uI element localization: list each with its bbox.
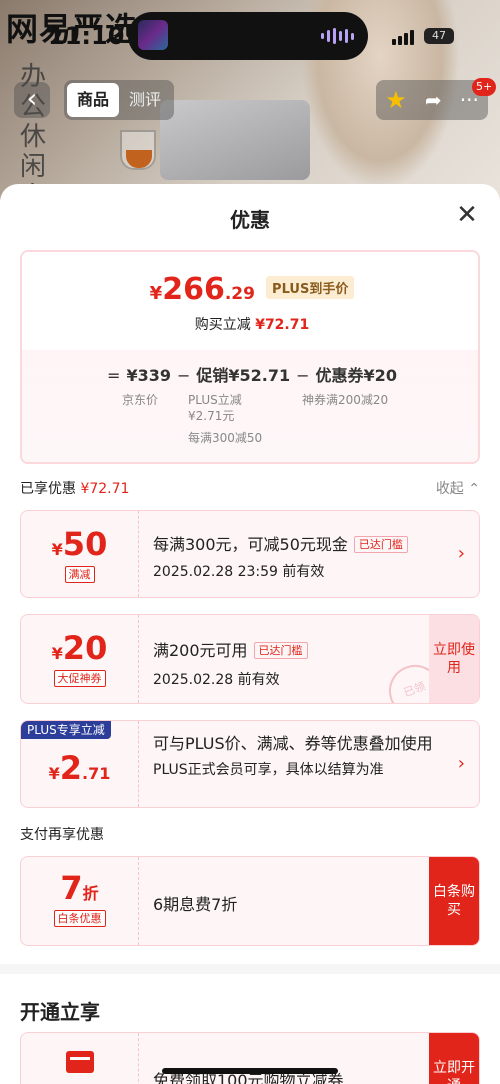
back-button[interactable]: ‹ <box>14 82 50 118</box>
price-decimal: .29 <box>224 284 255 304</box>
dynamic-island <box>128 12 368 60</box>
coupon-title: 可与PLUS价、满减、券等优惠叠加使用 <box>153 734 433 753</box>
promo-note-3: 每满300减50 <box>188 431 263 445</box>
coupon-currency: ¥ <box>51 644 63 663</box>
price-summary-card: ¥266.29 PLUS到手价 购买立减 ¥72.71 = ¥339 − 促销¥… <box>20 250 480 464</box>
coupon-title-row: 每满300元，可减50元现金 已达门槛 <box>153 531 439 555</box>
promo-note-2: ¥2.71元 <box>188 409 235 423</box>
chevron-right-icon[interactable]: › <box>458 754 465 774</box>
formula-promo: 促销¥52.71 <box>196 366 291 385</box>
coupon-value: 2 <box>59 749 83 787</box>
open-now-button[interactable]: 立即开通 <box>429 1033 479 1084</box>
discount-sheet: 优惠 ✕ ¥266.29 PLUS到手价 购买立减 ¥72.71 = ¥339 … <box>0 184 500 1084</box>
coupon-value: 50 <box>62 525 108 563</box>
credit-card-icon <box>65 1051 94 1073</box>
star-icon[interactable]: ★ <box>385 86 407 114</box>
threshold-reached-badge: 已达门槛 <box>353 536 408 553</box>
coupon-plus-exclusive[interactable]: PLUS专享立减 ¥2.71 可与PLUS价、满减、券等优惠叠加使用 PLUS正… <box>20 720 480 808</box>
coupon-amount: ¥2.71 <box>21 749 138 787</box>
instant-discount-value: ¥72.71 <box>255 317 310 333</box>
threshold-reached-badge: 已达门槛 <box>253 642 308 659</box>
coupon-decimal: .71 <box>82 764 111 783</box>
sheet-title: 优惠 <box>230 208 270 232</box>
tab-product[interactable]: 商品 <box>67 83 119 117</box>
instant-discount: 购买立减 ¥72.71 <box>22 314 478 334</box>
use-now-button[interactable]: 立即使用 <box>429 615 479 703</box>
tab-review[interactable]: 测评 <box>119 83 171 117</box>
album-art-icon <box>138 20 168 50</box>
discount-number: 7 <box>60 869 83 907</box>
discount-unit: 折 <box>82 884 99 903</box>
coupon-note: 神券满200减20 <box>302 393 389 407</box>
enjoyed-label: 已享优惠 <box>20 481 76 497</box>
share-icon[interactable]: ➦ <box>425 88 442 112</box>
coupon-currency: ¥ <box>51 540 63 559</box>
coupon-full-reduction[interactable]: ¥50 满减 每满300元，可减50元现金 已达门槛 2025.02.28 23:… <box>20 510 480 598</box>
open-section-title: 开通立享 <box>20 1000 100 1024</box>
open-benefit-card: 免费领取100元购物立减券 立即开通 <box>20 1032 480 1084</box>
promo-note-1: PLUS立减 <box>188 393 242 407</box>
formula-minus: − <box>296 366 310 385</box>
coupon-currency: ¥ <box>48 764 60 783</box>
coupon-validity: 2025.02.28 23:59 前有效 <box>153 564 325 580</box>
formula-equals: = <box>107 366 121 385</box>
home-indicator <box>162 1068 338 1074</box>
baitiao-discount: 7折 白条优惠 6期息费7折 白条购买 <box>20 856 480 946</box>
coupon-tag: 白条优惠 <box>53 910 106 927</box>
coupon-value: 20 <box>62 629 108 667</box>
status-time: 11:10 <box>48 22 125 50</box>
discount-rate: 7折 <box>21 869 138 907</box>
coupon-amount: ¥50 <box>21 525 138 563</box>
chevron-right-icon[interactable]: › <box>458 544 465 564</box>
collapse-label: 收起 <box>435 481 464 497</box>
battery-icon: 47 <box>424 28 454 44</box>
payment-section-label: 支付再享优惠 <box>20 827 104 843</box>
base-price-label: 京东价 <box>122 393 159 407</box>
plus-exclusive-flag: PLUS专享立减 <box>21 721 111 739</box>
message-badge: 5+ <box>472 78 497 96</box>
chevron-left-icon: ‹ <box>26 84 38 114</box>
signal-icon <box>392 30 414 45</box>
close-icon[interactable]: ✕ <box>454 202 480 228</box>
coupon-title: 每满300元，可减50元现金 <box>153 535 348 554</box>
coupon-title-row: 满200元可用 已达门槛 <box>153 637 439 661</box>
enjoyed-discount-row: 已享优惠 ¥72.71 收起 ⌃ <box>20 478 480 498</box>
collapse-button[interactable]: 收起 ⌃ <box>436 478 480 498</box>
audio-wave-icon <box>321 28 354 44</box>
coupon-desc: PLUS正式会员可享，具体以结算为准 <box>153 762 384 778</box>
coupon-tag: 大促神券 <box>53 670 106 687</box>
chevron-up-icon: ⌃ <box>468 481 480 497</box>
formula-minus: − <box>176 366 191 385</box>
plus-price-tag: PLUS到手价 <box>266 276 355 299</box>
final-price: ¥266.29 PLUS到手价 <box>22 272 478 307</box>
coupon-tag: 满减 <box>64 566 95 583</box>
price-integer: 266 <box>162 272 225 307</box>
instant-discount-label: 购买立减 <box>194 317 251 333</box>
baitiao-buy-button[interactable]: 白条购买 <box>429 857 479 945</box>
coupon-mega-sale: ¥20 大促神券 满200元可用 已达门槛 2025.02.28 前有效 已领 立… <box>20 614 480 704</box>
price-formula: = ¥339 − 促销¥52.71 − 优惠券¥20 京东价 PLUS立减 ¥2… <box>22 350 478 462</box>
top-tabs: 商品 测评 <box>64 80 174 120</box>
coupon-title: 满200元可用 <box>153 641 248 660</box>
price-currency: ¥ <box>149 283 163 304</box>
laptop-image <box>160 100 310 180</box>
enjoyed-value: ¥72.71 <box>80 481 130 497</box>
coupon-amount: ¥20 <box>21 629 138 667</box>
payment-title: 6期息费7折 <box>153 895 238 914</box>
formula-coupon: 优惠券¥20 <box>315 366 397 385</box>
formula-base-price: ¥339 <box>126 366 171 385</box>
section-divider <box>0 964 500 974</box>
